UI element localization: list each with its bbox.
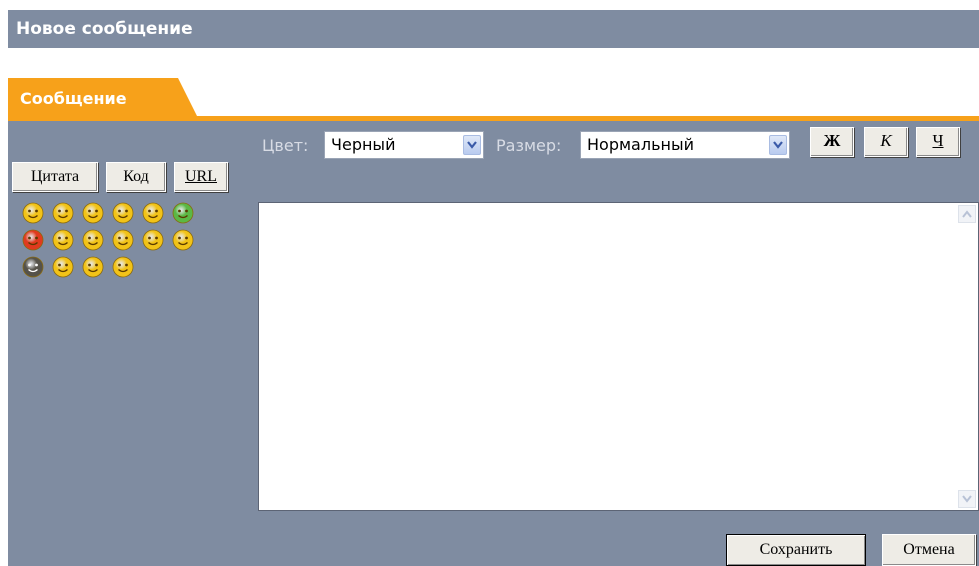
rolleyes-smiley-icon[interactable] (52, 229, 74, 251)
message-textarea[interactable] (258, 202, 979, 511)
wink-smiley-icon[interactable] (142, 229, 164, 251)
scroll-up-arrow-icon[interactable] (958, 205, 976, 223)
chevron-down-icon (463, 135, 481, 155)
color-select[interactable]: Черный (324, 131, 484, 159)
shocked-smiley-icon[interactable] (112, 256, 134, 278)
happy-smiley-icon[interactable] (82, 202, 104, 224)
nerd-smiley-icon[interactable] (22, 256, 44, 278)
window-title: Новое сообщение (16, 19, 193, 39)
window-title-bar: Новое сообщение (8, 10, 979, 48)
italic-button[interactable]: К (864, 127, 908, 157)
sad-smiley-icon[interactable] (112, 229, 134, 251)
color-label: Цвет: (262, 136, 309, 155)
save-button[interactable]: Сохранить (726, 534, 866, 566)
tongue-smiley-icon[interactable] (82, 229, 104, 251)
bold-button[interactable]: Ж (810, 127, 854, 157)
unsure-smiley-icon[interactable] (82, 256, 104, 278)
chevron-down-icon (769, 135, 787, 155)
angry-smiley-icon[interactable] (22, 229, 44, 251)
confused-smiley-icon[interactable] (172, 229, 194, 251)
smile-smiley-icon[interactable] (52, 202, 74, 224)
url-button[interactable]: URL (174, 162, 228, 192)
size-label: Размер: (496, 136, 562, 155)
scroll-down-arrow-icon[interactable] (958, 490, 976, 508)
surprised-smiley-icon[interactable] (142, 202, 164, 224)
size-select-value: Нормальный (587, 135, 694, 154)
quote-button[interactable]: Цитата (12, 162, 98, 192)
code-button[interactable]: Код (106, 162, 166, 192)
laugh-smiley-icon[interactable] (52, 256, 74, 278)
sick-smiley-icon[interactable] (172, 202, 194, 224)
underline-button[interactable]: Ч (916, 127, 960, 157)
color-select-value: Черный (331, 135, 396, 154)
tab-message[interactable]: Сообщение (8, 78, 198, 118)
tab-label: Сообщение (20, 89, 127, 108)
size-select[interactable]: Нормальный (580, 131, 790, 159)
grin-smiley-icon[interactable] (112, 202, 134, 224)
cancel-button[interactable]: Отмена (882, 534, 976, 566)
cool-smiley-icon[interactable] (22, 202, 44, 224)
